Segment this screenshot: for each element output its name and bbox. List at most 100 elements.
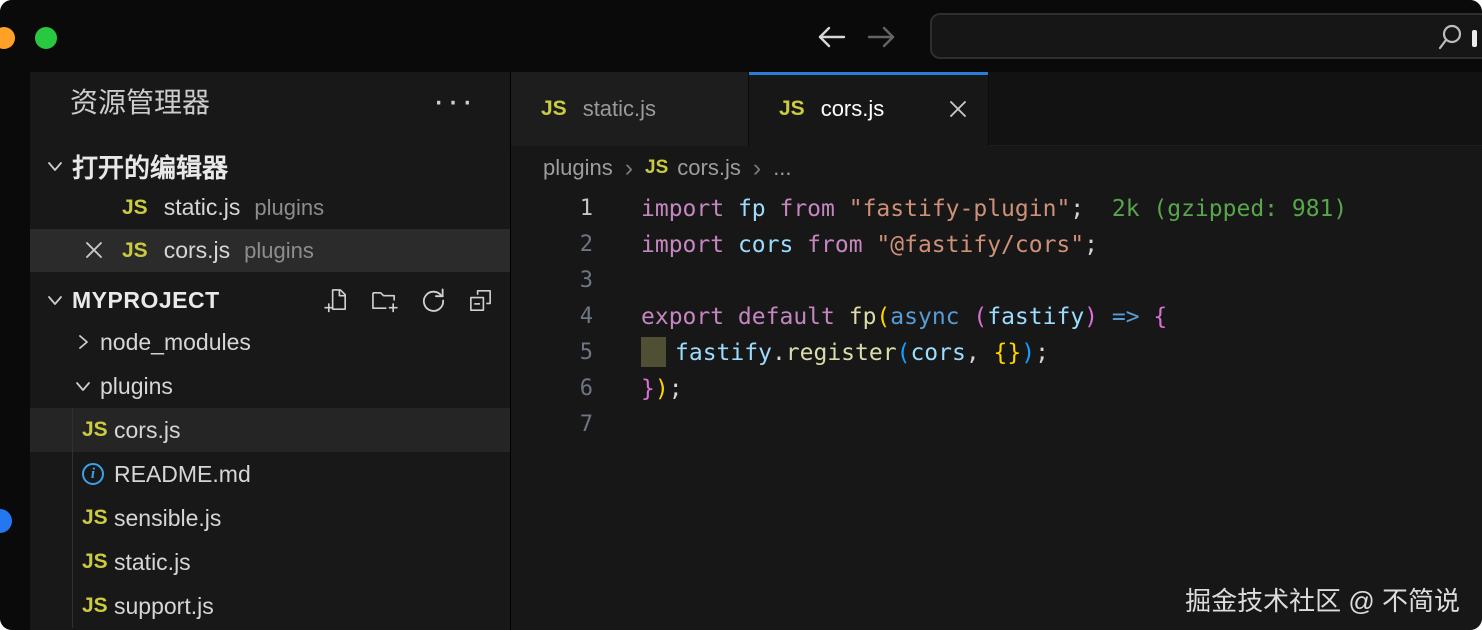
info-icon: i bbox=[82, 463, 104, 485]
tabbar-empty-space bbox=[989, 72, 1482, 146]
code-token: { bbox=[1153, 304, 1168, 330]
code-line: 6}); bbox=[511, 371, 1482, 407]
file-name: cors.js bbox=[163, 237, 231, 263]
traffic-light-minimize[interactable] bbox=[0, 27, 15, 49]
snippet-placeholder-block bbox=[641, 337, 666, 367]
open-editors-list: JS static.js plugins JS cors.js plugins bbox=[30, 186, 510, 272]
file-name: README.md bbox=[114, 460, 251, 487]
line-number: 1 bbox=[579, 196, 593, 221]
code-token: "fastify-plugin" bbox=[848, 196, 1071, 222]
js-file-icon: JS bbox=[82, 418, 112, 442]
breadcrumb: plugins › JS cors.js › ... bbox=[511, 146, 1482, 190]
tab-close-button[interactable] bbox=[946, 97, 970, 121]
js-file-icon: JS bbox=[82, 594, 112, 618]
close-icon[interactable] bbox=[82, 238, 108, 264]
tree-item-readme-md[interactable]: i README.md bbox=[30, 452, 510, 496]
code-token: {} bbox=[993, 340, 1022, 366]
explorer-header: 资源管理器 ··· bbox=[30, 72, 510, 130]
project-actions bbox=[323, 287, 494, 314]
file-name: static.js bbox=[114, 548, 191, 575]
file-tree: node_modules plugins JS cors.js i README.md JS… bbox=[30, 320, 510, 628]
file-name: plugins bbox=[100, 372, 173, 399]
code-token: fp bbox=[737, 196, 766, 222]
code-token: import bbox=[641, 232, 738, 258]
code-token: ( bbox=[876, 304, 891, 330]
code-token: import bbox=[641, 196, 738, 222]
code-line-content: export default fp(async (fastify) => { bbox=[641, 299, 1167, 335]
editor-group: JS static.js JS cors.js plugins › JS cors.j… bbox=[511, 72, 1482, 630]
js-file-icon: JS bbox=[122, 238, 148, 262]
traffic-light-zoom[interactable] bbox=[35, 27, 57, 49]
file-name: static.js bbox=[163, 194, 241, 220]
activity-strip bbox=[0, 72, 30, 630]
new-file-button[interactable] bbox=[323, 287, 350, 314]
js-file-icon: JS bbox=[779, 97, 805, 120]
line-number: 5 bbox=[579, 340, 593, 365]
code-line: 1 import fp from "fastify-plugin"; 2k (gz… bbox=[511, 191, 1482, 227]
line-number: 3 bbox=[579, 268, 593, 293]
line-number: 2 bbox=[579, 232, 593, 257]
code-token: ; bbox=[1035, 340, 1049, 366]
tab-static-js[interactable]: JS static.js bbox=[511, 72, 749, 146]
tab-label: static.js bbox=[582, 96, 657, 121]
tree-item-static-js[interactable]: JS static.js bbox=[30, 540, 510, 584]
code-token: from bbox=[765, 196, 849, 222]
js-file-icon: JS bbox=[82, 550, 112, 574]
chevron-down-icon bbox=[40, 289, 70, 311]
chevron-right-icon: › bbox=[752, 154, 762, 182]
tree-item-plugins[interactable]: plugins bbox=[30, 364, 510, 408]
tabs: JS static.js JS cors.js bbox=[511, 72, 989, 146]
code-token: , bbox=[965, 340, 994, 366]
search-icon bbox=[1436, 22, 1466, 52]
open-editors-section-header[interactable]: 打开的编辑器 bbox=[30, 146, 510, 186]
refresh-explorer-button[interactable] bbox=[419, 287, 446, 314]
vscode-window: 资源管理器 ··· 打开的编辑器 JS static.js plugins JS cor… bbox=[0, 0, 1482, 630]
search-caret bbox=[1472, 30, 1477, 47]
more-actions-button[interactable]: ··· bbox=[433, 84, 476, 118]
code-token: cors bbox=[910, 340, 966, 366]
breadcrumb-item-cors-js[interactable]: cors.js bbox=[677, 155, 741, 181]
code-token: cors bbox=[737, 232, 794, 258]
code-editor[interactable]: 1 import fp from "fastify-plugin"; 2k (gz… bbox=[511, 190, 1482, 630]
js-file-icon: JS bbox=[645, 157, 669, 178]
code-token: "@fastify/cors" bbox=[876, 232, 1085, 258]
project-name: MYPROJECT bbox=[72, 286, 220, 313]
titlebar bbox=[0, 0, 1482, 72]
command-search-box[interactable] bbox=[930, 13, 1482, 59]
breadcrumb-item-symbol[interactable]: ... bbox=[773, 155, 791, 181]
tree-item-support-js[interactable]: JS support.js bbox=[30, 584, 510, 628]
file-name: cors.js bbox=[114, 416, 181, 443]
tree-item-sensible-js[interactable]: JS sensible.js bbox=[30, 496, 510, 540]
chevron-right-icon bbox=[68, 331, 98, 353]
file-name: support.js bbox=[114, 592, 214, 619]
code-token: from bbox=[793, 232, 877, 258]
js-file-icon: JS bbox=[82, 594, 108, 617]
tree-item-cors-js[interactable]: JS cors.js bbox=[30, 408, 510, 452]
code-token: . bbox=[771, 340, 786, 366]
chevron-right-icon: › bbox=[624, 154, 634, 182]
js-file-icon: JS bbox=[82, 506, 112, 530]
chevron-down-icon bbox=[40, 155, 70, 177]
tab-bar: JS static.js JS cors.js bbox=[511, 72, 1482, 146]
project-section-header[interactable]: MYPROJECT bbox=[30, 280, 510, 320]
file-path-badge: plugins bbox=[244, 237, 314, 263]
code-token: ) bbox=[1021, 340, 1036, 366]
tree-item-node-modules[interactable]: node_modules bbox=[30, 320, 510, 364]
code-token: ; bbox=[1070, 196, 1085, 222]
open-editor-item-static-js[interactable]: JS static.js plugins bbox=[30, 186, 510, 229]
collapse-folders-button[interactable] bbox=[467, 287, 494, 314]
breadcrumb-item-plugins[interactable]: plugins bbox=[543, 155, 613, 181]
code-line: 7 bbox=[511, 407, 1482, 443]
code-line-content: import cors from "@fastify/cors"; bbox=[641, 227, 1098, 263]
back-button[interactable] bbox=[813, 19, 849, 55]
file-name: sensible.js bbox=[114, 504, 222, 531]
code-token: fastify bbox=[675, 340, 772, 366]
code-token: ) bbox=[1084, 304, 1099, 330]
watermark: 掘金技术社区 @ 不简说 bbox=[1185, 586, 1460, 616]
code-token: register bbox=[785, 340, 897, 366]
tab-cors-js[interactable]: JS cors.js bbox=[749, 72, 989, 146]
explorer-title: 资源管理器 bbox=[70, 87, 211, 118]
open-editor-item-cors-js[interactable]: JS cors.js plugins bbox=[30, 229, 510, 272]
new-folder-button[interactable] bbox=[371, 287, 398, 314]
forward-button[interactable] bbox=[864, 19, 900, 55]
